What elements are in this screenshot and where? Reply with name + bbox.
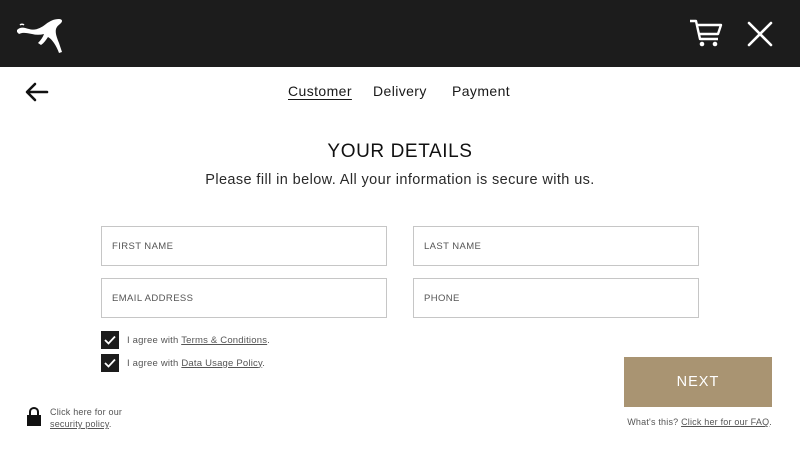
top-bar	[0, 0, 800, 67]
terms-label: I agree with Terms & Conditions.	[127, 335, 270, 346]
checkmark-icon	[104, 358, 116, 368]
data-policy-prefix: I agree with	[127, 357, 182, 369]
data-policy-link[interactable]: Data Usage Policy	[181, 358, 262, 369]
first-name-field[interactable]	[101, 226, 387, 266]
terms-agreement-row: I agree with Terms & Conditions.	[101, 331, 270, 349]
step-delivery[interactable]: Delivery	[373, 83, 427, 99]
page-title: YOUR DETAILS	[327, 141, 473, 162]
terms-prefix: I agree with	[127, 334, 182, 346]
checkout-steps: Customer Delivery Payment	[0, 83, 800, 103]
security-note: Click here for our security policy.	[50, 406, 122, 430]
terms-suffix: .	[267, 334, 270, 346]
cart-icon[interactable]	[688, 17, 724, 49]
terms-link[interactable]: Terms & Conditions	[181, 335, 267, 346]
last-name-field[interactable]	[413, 226, 699, 266]
phone-field[interactable]	[413, 278, 699, 318]
data-policy-agreement-row: I agree with Data Usage Policy.	[101, 354, 265, 372]
faq-prefix: What's this?	[627, 417, 682, 427]
email-field[interactable]	[101, 278, 387, 318]
next-button[interactable]: NEXT	[624, 357, 772, 407]
faq-suffix: .	[769, 417, 772, 427]
data-policy-checkbox[interactable]	[101, 354, 119, 372]
checkmark-icon	[104, 335, 116, 345]
step-customer[interactable]: Customer	[288, 83, 352, 99]
security-suffix: .	[108, 419, 112, 429]
data-policy-suffix: .	[262, 357, 266, 369]
page-subtitle: Please fill in below. All your informati…	[205, 172, 595, 188]
puma-logo-icon[interactable]	[15, 16, 65, 56]
step-payment[interactable]: Payment	[452, 83, 510, 99]
faq-note: What's this? Click her for our FAQ.	[627, 417, 772, 427]
faq-link[interactable]: Click her for our FAQ	[681, 417, 769, 427]
close-icon[interactable]	[745, 19, 775, 49]
security-text: Click here for our	[50, 407, 123, 417]
lock-icon	[26, 406, 42, 427]
data-policy-label: I agree with Data Usage Policy.	[127, 358, 265, 369]
security-policy-link[interactable]: security policy	[50, 419, 109, 429]
terms-checkbox[interactable]	[101, 331, 119, 349]
